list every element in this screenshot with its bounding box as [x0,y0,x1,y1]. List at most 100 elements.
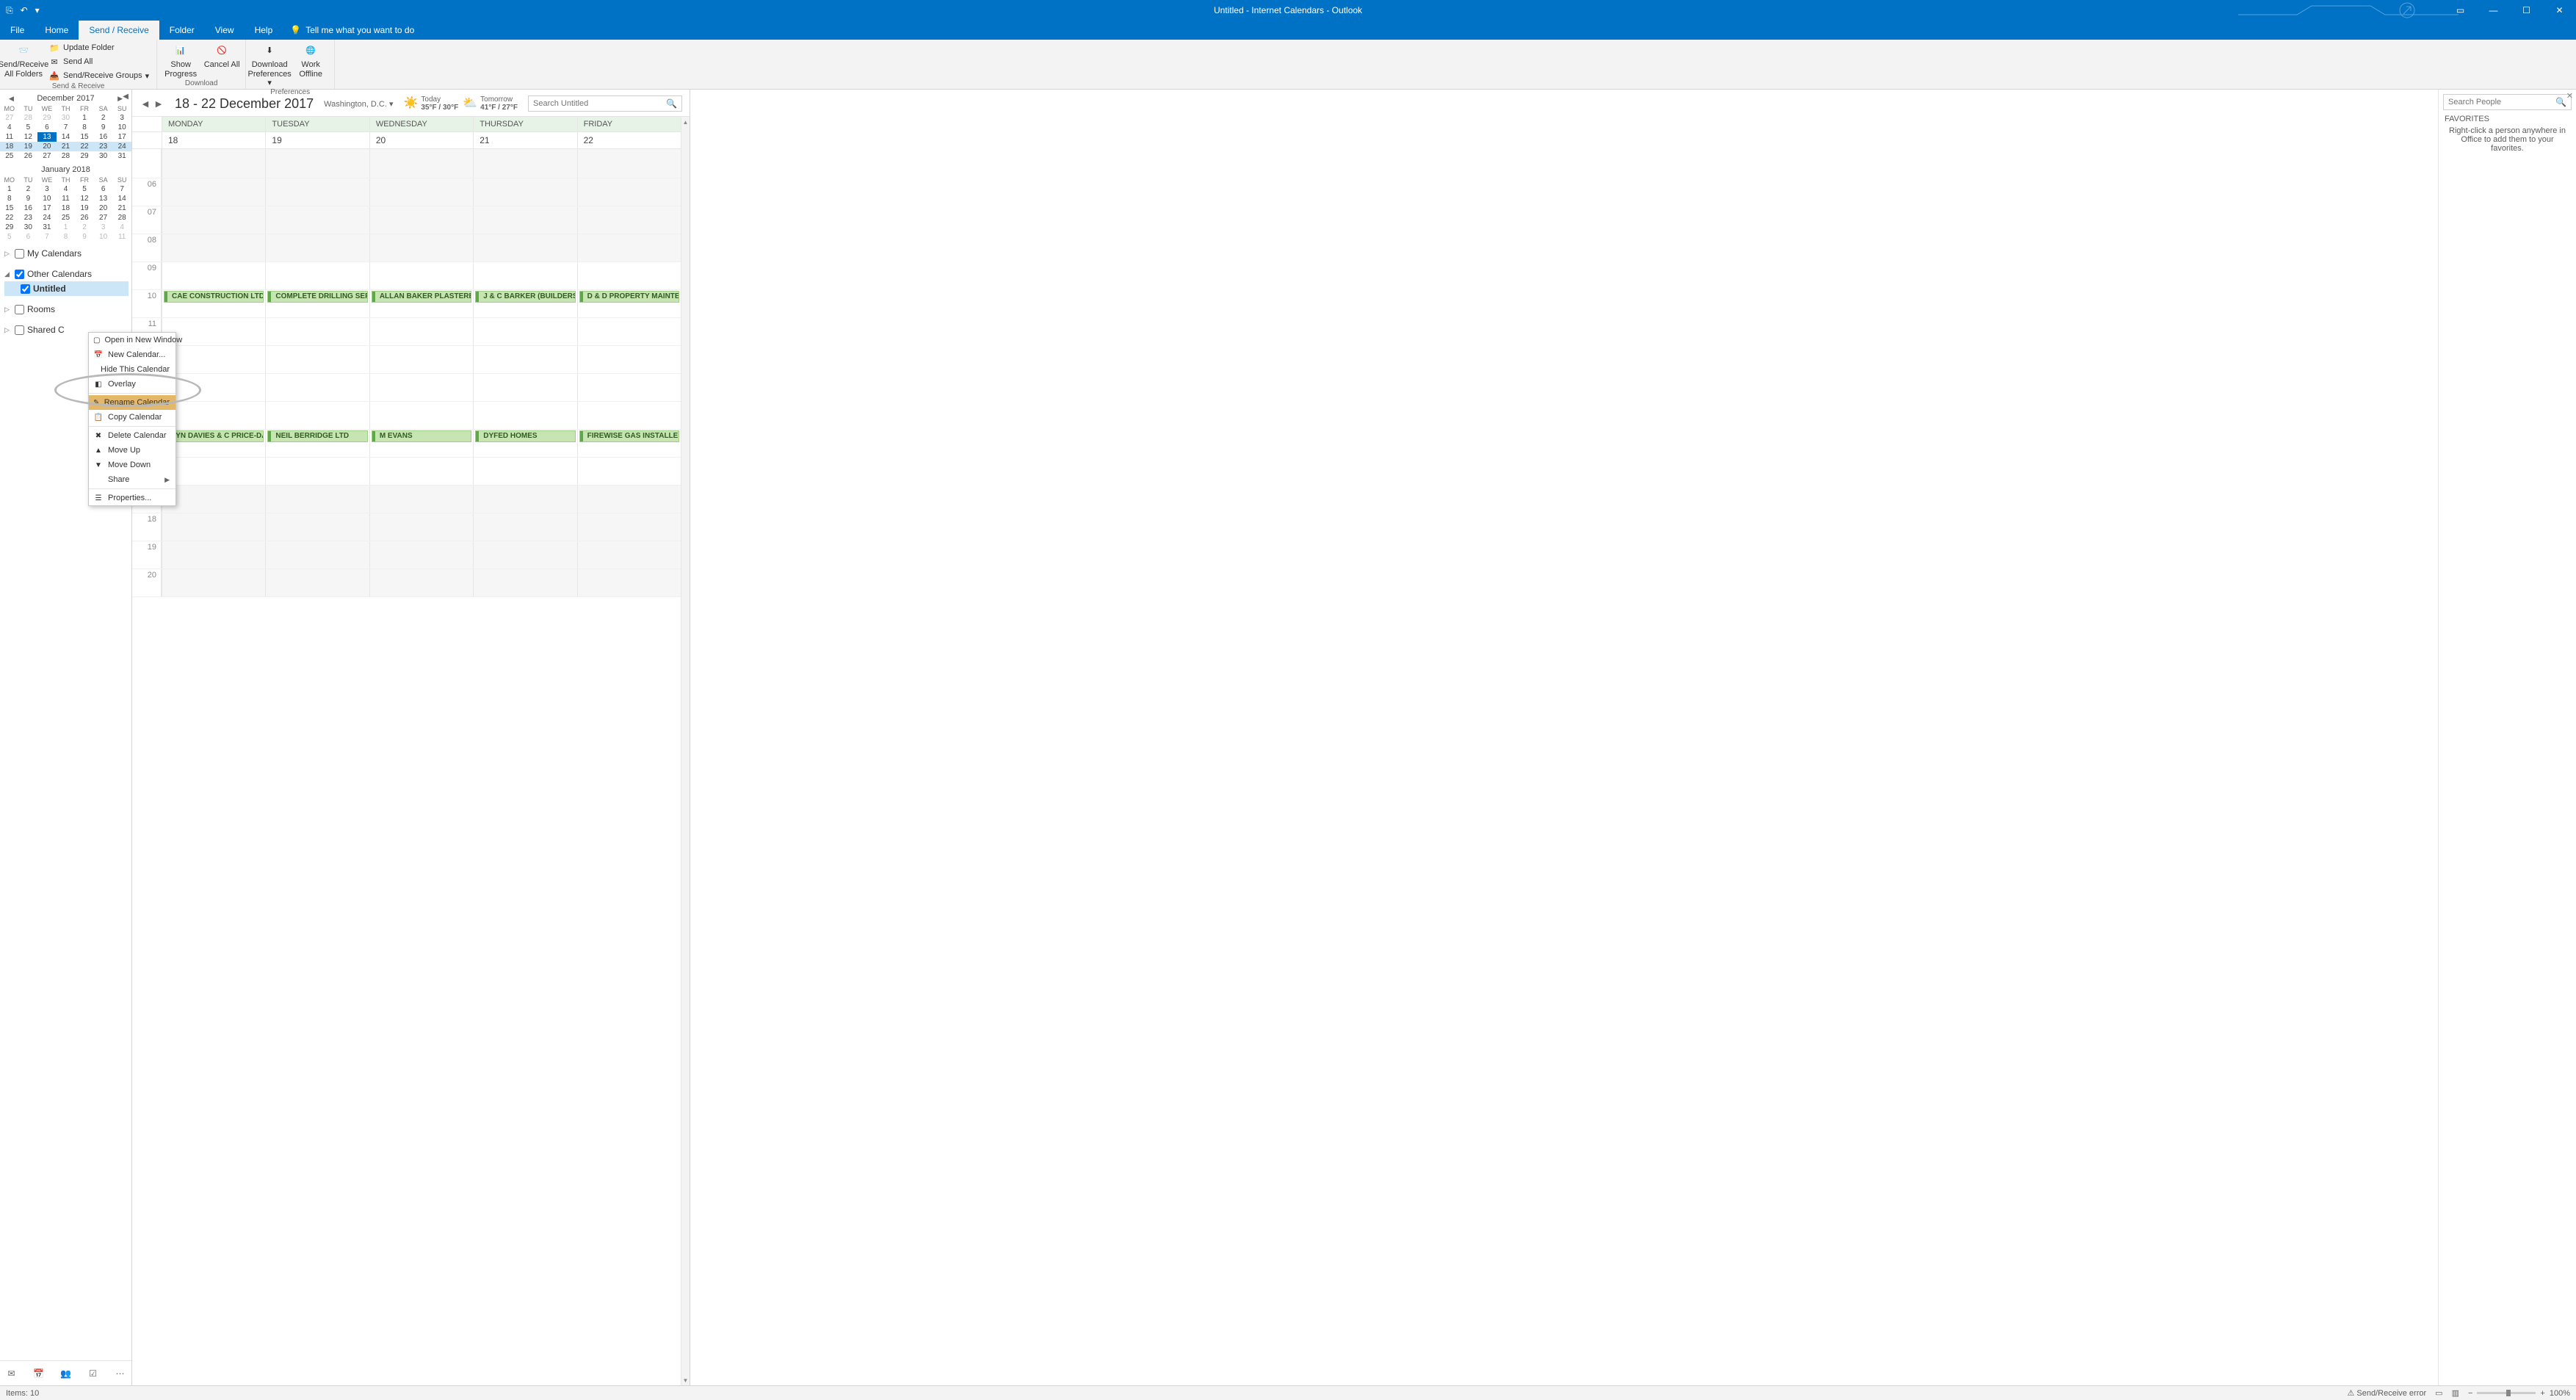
minical-day[interactable]: 5 [0,232,19,242]
time-slot[interactable] [577,458,681,485]
time-slot[interactable]: LYN DAVIES & C PRICE-DAVIES [162,430,265,457]
minical-day[interactable]: 22 [75,142,94,151]
time-slot[interactable] [577,541,681,569]
calendar-event[interactable]: ALLAN BAKER PLASTERER [372,291,471,303]
time-slot[interactable] [162,458,265,485]
minical-day[interactable]: 12 [75,194,94,203]
ctx-open-new-window[interactable]: ▢Open in New Window [89,333,176,347]
minical-day[interactable]: 29 [37,113,57,123]
minical-day[interactable]: 20 [94,203,113,213]
window-maximize-icon[interactable]: ☐ [2510,0,2543,21]
time-slot[interactable] [162,569,265,596]
time-slot[interactable] [473,513,576,541]
time-slot[interactable] [162,374,265,401]
minical-day[interactable]: 25 [0,151,19,161]
minical-day[interactable]: 5 [19,123,38,132]
people-search-input[interactable] [2448,98,2555,107]
tree-rooms[interactable]: ▷Rooms [4,302,129,317]
minical-day[interactable]: 11 [112,232,131,242]
minical-day[interactable]: 11 [0,132,19,142]
minical-day[interactable]: 30 [19,223,38,232]
time-slot[interactable] [369,486,473,513]
minical-day[interactable]: 28 [19,113,38,123]
time-slot[interactable] [473,541,576,569]
time-slot[interactable] [369,262,473,289]
prev-week-icon[interactable]: ◀ [140,98,151,109]
my-calendars-checkbox[interactable] [15,249,24,259]
time-slot[interactable] [265,374,369,401]
minical-day[interactable]: 24 [112,142,131,151]
search-icon[interactable]: 🔍 [2555,97,2566,107]
time-slot[interactable] [265,262,369,289]
hour-row[interactable] [132,346,681,374]
tab-folder[interactable]: Folder [159,21,205,40]
time-slot[interactable] [369,402,473,429]
minical-day[interactable]: 29 [0,223,19,232]
minical-day[interactable]: 6 [19,232,38,242]
search-icon[interactable]: 🔍 [666,98,677,109]
time-slot[interactable]: NEIL BERRIDGE LTD [265,430,369,457]
time-slot[interactable] [369,458,473,485]
calendar-event[interactable]: COMPLETE DRILLING SERVICES [267,291,367,303]
minical-day[interactable]: 4 [112,223,131,232]
minical-prev-icon[interactable]: ◀ [4,95,18,103]
window-close-icon[interactable]: ✕ [2543,0,2576,21]
ctx-share[interactable]: Share▶ [89,472,176,487]
time-slot[interactable] [265,541,369,569]
time-slot[interactable] [265,234,369,261]
tasks-nav-icon[interactable]: ☑ [86,1366,100,1381]
tree-untitled[interactable]: Untitled [4,281,129,296]
time-slot[interactable] [473,402,576,429]
minical-day[interactable]: 14 [57,132,76,142]
minical-day[interactable]: 14 [112,194,131,203]
time-slot[interactable] [162,486,265,513]
time-slot[interactable] [577,318,681,345]
minical-day[interactable]: 19 [19,142,38,151]
ctx-new-calendar[interactable]: 📅New Calendar... [89,347,176,362]
minical-day[interactable]: 16 [19,203,38,213]
tell-me-search[interactable]: 💡 Tell me what you want to do [290,21,414,40]
minical-day[interactable]: 13 [94,194,113,203]
time-slot[interactable] [473,262,576,289]
minical-day[interactable]: 10 [94,232,113,242]
time-slot[interactable] [162,206,265,234]
minical-day[interactable]: 21 [57,142,76,151]
tab-home[interactable]: Home [35,21,79,40]
time-slot[interactable] [473,346,576,373]
minical-next-icon[interactable]: ▶ [113,95,127,103]
hour-row[interactable]: 06 [132,178,681,206]
minical-day[interactable]: 28 [57,151,76,161]
minical-day[interactable]: 28 [112,213,131,223]
minical-day[interactable]: 17 [112,132,131,142]
allday-row[interactable] [132,149,681,178]
scroll-down-icon[interactable]: ▼ [681,1375,690,1385]
ctx-delete[interactable]: ✖Delete Calendar [89,428,176,443]
minical-day[interactable]: 3 [94,223,113,232]
time-slot[interactable] [473,234,576,261]
minical-day[interactable]: 12 [19,132,38,142]
time-slot[interactable] [265,458,369,485]
time-slot[interactable] [369,206,473,234]
minical-day[interactable]: 27 [37,151,57,161]
time-slot[interactable] [265,206,369,234]
more-nav-icon[interactable]: ⋯ [113,1366,127,1381]
time-slot[interactable] [162,541,265,569]
minical-day[interactable]: 26 [75,213,94,223]
minical-day[interactable]: 27 [94,213,113,223]
minical-day[interactable]: 4 [57,184,76,194]
time-slot[interactable] [265,569,369,596]
date-thursday[interactable]: 21 [473,132,576,148]
time-slot[interactable]: D & D PROPERTY MAINTENANC [577,290,681,317]
time-slot[interactable]: COMPLETE DRILLING SERVICES [265,290,369,317]
time-slot[interactable]: DYFED HOMES [473,430,576,457]
hour-row[interactable]: 08 [132,234,681,262]
shared-checkbox[interactable] [15,325,24,335]
time-slot[interactable]: J & C BARKER (BUILDERS) LTD [473,290,576,317]
hour-row[interactable] [132,402,681,430]
other-calendars-checkbox[interactable] [15,270,24,279]
minical-day[interactable]: 21 [112,203,131,213]
minical-day[interactable]: 2 [75,223,94,232]
time-slot[interactable] [473,458,576,485]
time-slot[interactable] [577,374,681,401]
minical-day[interactable]: 9 [19,194,38,203]
